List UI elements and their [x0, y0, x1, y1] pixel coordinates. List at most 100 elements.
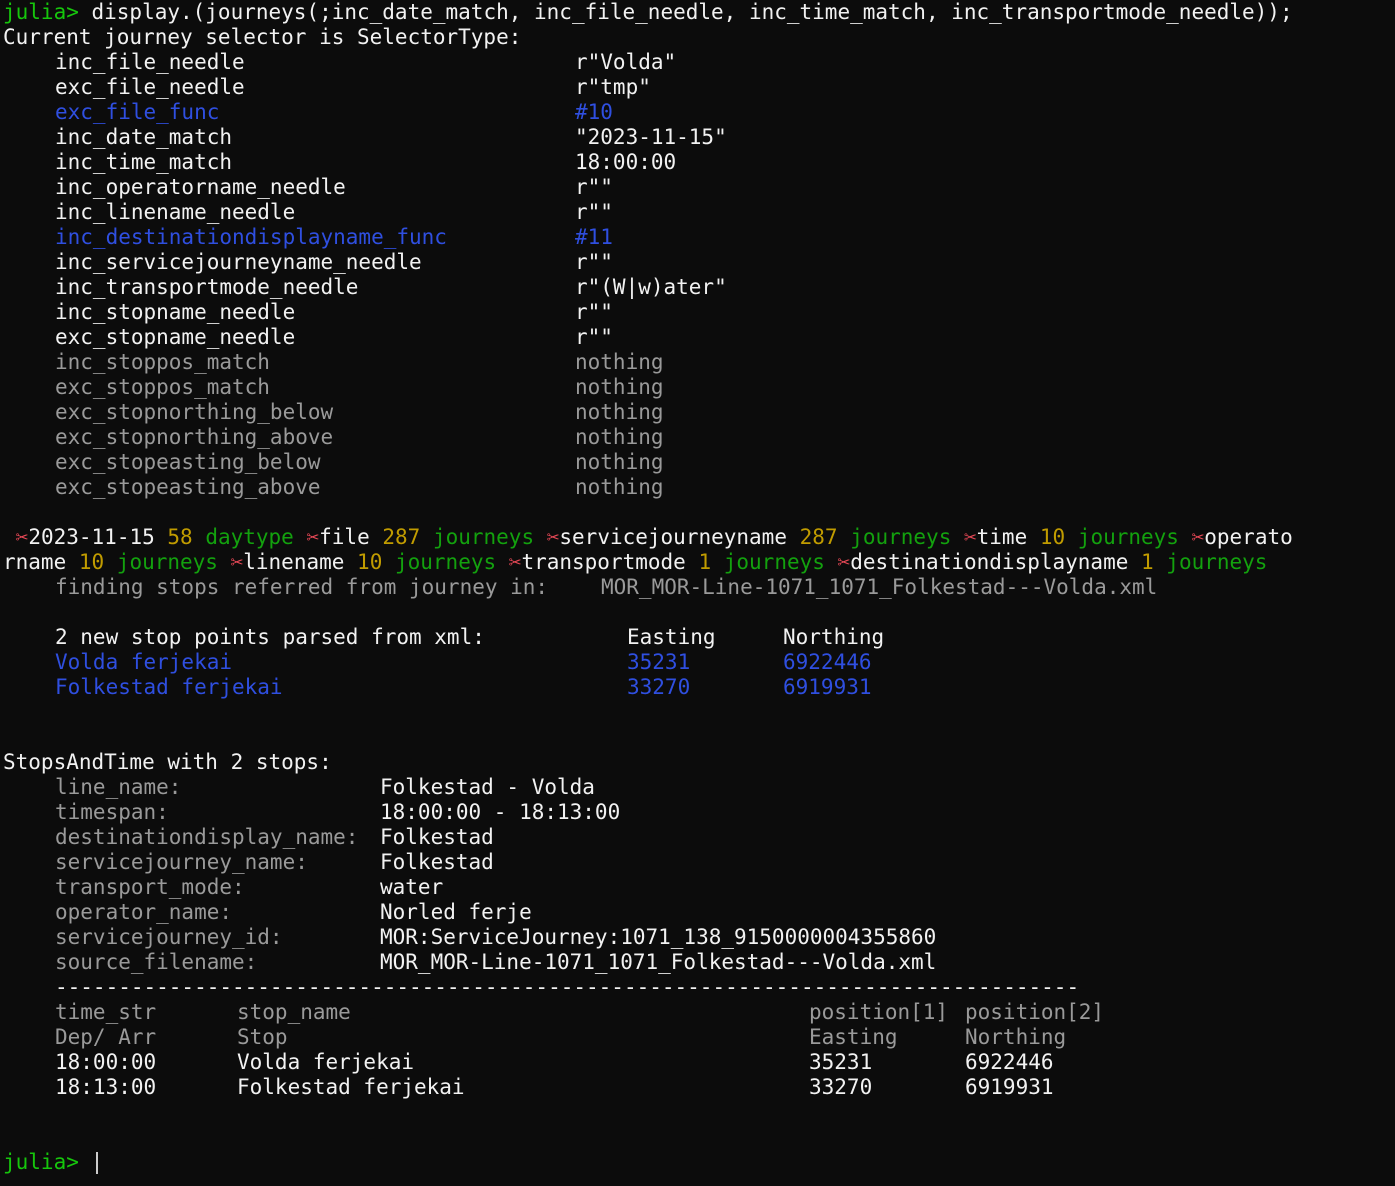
stops-properties: line_name: Folkestad - Volda timespan: 18:0…	[3, 775, 1395, 975]
selector-list: inc_file_needle r"Volda" exc_file_needle r"…	[3, 50, 1395, 500]
filter-unit: journeys	[116, 550, 231, 574]
table-col-time-str: time_str	[55, 1000, 157, 1024]
stops-property-row: servicejourney_id: MOR:ServiceJourney:107…	[3, 925, 1395, 950]
stops-property-row: timespan: 18:00:00 - 18:13:00	[3, 800, 1395, 825]
filter-label: file	[319, 525, 383, 549]
selector-row: inc_file_needle r"Volda"	[3, 50, 1395, 75]
parsed-col-easting: Easting	[627, 625, 716, 649]
scissors-icon: ✂	[230, 550, 244, 574]
selector-key: inc_operatorname_needle	[55, 175, 346, 199]
selector-key: inc_stopname_needle	[55, 300, 296, 324]
selector-row: inc_servicejourneyname_needle r""	[3, 250, 1395, 275]
selector-value: r"(W|w)ater"	[575, 275, 727, 299]
stop-time-table: 18:00:00 Volda ferjekai 35231 6922446 18:13:…	[3, 1050, 1395, 1100]
selector-key: inc_time_match	[55, 150, 233, 174]
selector-value: r""	[575, 200, 613, 224]
filter-label	[3, 525, 16, 549]
command-text: display.(journeys(;inc_date_match, inc_f…	[78, 0, 1293, 24]
selector-row: exc_file_func #10	[3, 100, 1395, 125]
table-cell-time: 18:00:00	[55, 1050, 157, 1074]
parsed-header: 2 new stop points parsed from xml:	[55, 625, 485, 649]
selector-value: r"Volda"	[575, 50, 677, 74]
julia-prompt: julia>	[3, 0, 79, 24]
selector-key: exc_stoppos_match	[55, 375, 270, 399]
parsed-header-row: 2 new stop points parsed from xml: Easti…	[3, 625, 1395, 650]
terminal-output[interactable]: julia> display.(journeys(;inc_date_match…	[3, 0, 1395, 1175]
selector-row: exc_file_needle r"tmp"	[3, 75, 1395, 100]
stops-property-value: Folkestad	[380, 850, 494, 874]
table-col-position-2: position[2]	[965, 1000, 1105, 1024]
input-line[interactable]: julia>	[3, 1150, 1395, 1175]
selector-value: nothing	[575, 350, 664, 374]
selector-value: "2023-11-15"	[575, 125, 727, 149]
scissors-icon: ✂	[15, 525, 29, 549]
selector-row: inc_time_match 18:00:00	[3, 150, 1395, 175]
stops-property-value: water	[380, 875, 444, 899]
selector-row: exc_stopeasting_below nothing	[3, 450, 1395, 475]
selector-row: inc_linename_needle r""	[3, 200, 1395, 225]
selector-key: inc_transportmode_needle	[55, 275, 359, 299]
selector-value: r"tmp"	[575, 75, 651, 99]
selector-value: nothing	[575, 375, 664, 399]
stops-property-value: Norled ferje	[380, 900, 532, 924]
selector-row: inc_operatorname_needle r""	[3, 175, 1395, 200]
finding-label: finding stops referred from journey in:	[55, 575, 549, 599]
finding-stops-line: finding stops referred from journey in: …	[3, 575, 1395, 600]
selector-value: r""	[575, 175, 613, 199]
selector-row: inc_date_match "2023-11-15"	[3, 125, 1395, 150]
filter-count: 58	[167, 525, 206, 549]
selector-value: nothing	[575, 450, 664, 474]
stops-property-key: line_name:	[55, 775, 182, 799]
stops-property-value: MOR_MOR-Line-1071_1071_Folkestad---Volda…	[380, 950, 937, 974]
parsed-col-northing: Northing	[783, 625, 885, 649]
selector-key: exc_stopnorthing_below	[55, 400, 334, 424]
selector-key: inc_linename_needle	[55, 200, 296, 224]
parsed-stop-northing: 6922446	[783, 650, 872, 674]
selector-row: exc_stopnorthing_below nothing	[3, 400, 1395, 425]
filter-label: time	[976, 525, 1040, 549]
stops-property-row: destinationdisplay_name: Folkestad	[3, 825, 1395, 850]
table-col-easting: Easting	[809, 1025, 898, 1049]
stops-property-row: operator_name: Norled ferje	[3, 900, 1395, 925]
table-col-northing: Northing	[965, 1025, 1067, 1049]
scissors-icon: ✂	[1191, 525, 1205, 549]
selector-key: inc_date_match	[55, 125, 233, 149]
filter-unit: daytype	[205, 525, 307, 549]
parsed-stop-name: Folkestad ferjekai	[55, 675, 283, 699]
selector-key: exc_stopnorthing_above	[55, 425, 334, 449]
selector-header: Current journey selector is SelectorType…	[3, 25, 522, 49]
scissors-icon: ✂	[837, 550, 851, 574]
filter-count: 287	[799, 525, 851, 549]
selector-value: #11	[575, 225, 613, 249]
separator-row: ----------------------------------------…	[3, 975, 1395, 1000]
selector-key: inc_stoppos_match	[55, 350, 270, 374]
separator: ----------------------------------------…	[55, 975, 1080, 999]
selector-value: 18:00:00	[575, 150, 677, 174]
table-header-2: Dep/ Arr Stop Easting Northing	[3, 1025, 1395, 1050]
stops-property-key: transport_mode:	[55, 875, 245, 899]
table-cell-stop: Volda ferjekai	[237, 1050, 415, 1074]
stops-property-value: 18:00:00 - 18:13:00	[380, 800, 621, 824]
selector-value: #10	[575, 100, 613, 124]
filter-unit: journeys	[1077, 525, 1192, 549]
parsed-stop-row: Volda ferjekai 35231 6922446	[3, 650, 1395, 675]
selector-row: exc_stopname_needle r""	[3, 325, 1395, 350]
stops-property-row: line_name: Folkestad - Volda	[3, 775, 1395, 800]
stops-property-value: Folkestad	[380, 825, 494, 849]
filter-count: 10	[357, 550, 395, 574]
stops-property-row: servicejourney_name: Folkestad	[3, 850, 1395, 875]
command-line: julia> display.(journeys(;inc_date_match…	[3, 0, 1395, 25]
selector-key: exc_stopname_needle	[55, 325, 296, 349]
stops-property-key: operator_name:	[55, 900, 233, 924]
selector-key: inc_destinationdisplayname_func	[55, 225, 447, 249]
parsed-stop-list: Volda ferjekai 35231 6922446 Folkestad ferj…	[3, 650, 1395, 700]
selector-value: r""	[575, 325, 613, 349]
table-row: 18:00:00 Volda ferjekai 35231 6922446	[3, 1050, 1395, 1075]
stops-property-value: MOR:ServiceJourney:1071_138_915000000435…	[380, 925, 937, 949]
selector-key: exc_file_func	[55, 100, 220, 124]
table-cell-easting: 33270	[809, 1075, 873, 1099]
text-cursor	[95, 1152, 98, 1174]
filter-label: linename	[243, 550, 358, 574]
